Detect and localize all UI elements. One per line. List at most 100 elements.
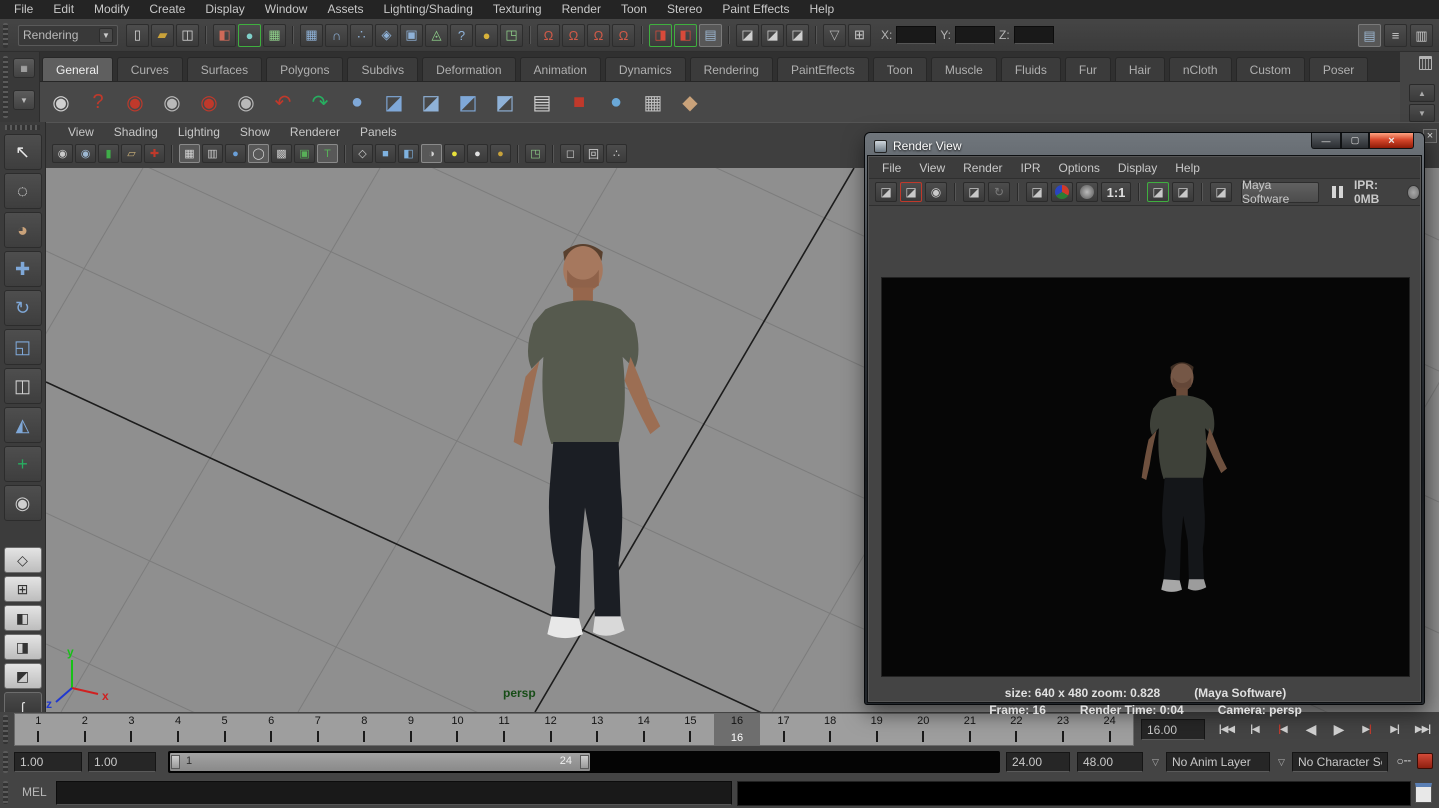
frame-8[interactable]: 8 <box>341 714 388 745</box>
auto-keyframe-icon[interactable] <box>1417 753 1433 769</box>
snapshot-icon[interactable]: ◉ <box>925 182 947 202</box>
mel-command-input[interactable] <box>56 781 732 805</box>
shelf-tab-animation[interactable]: Animation <box>520 57 601 81</box>
undo-icon[interactable]: ↶ <box>266 85 300 119</box>
pick-component-icon[interactable]: ● <box>599 85 633 119</box>
render-view-menu-options[interactable]: Options <box>1050 161 1109 175</box>
share-view-icon[interactable]: ∴ <box>606 144 627 163</box>
default-light-icon[interactable]: ● <box>444 144 465 163</box>
render-current-frame-icon[interactable]: ◪ <box>736 24 759 47</box>
render-view-menu-view[interactable]: View <box>910 161 954 175</box>
step-forward-key-button[interactable]: ▶| <box>1381 717 1408 741</box>
safe-title-icon[interactable]: T <box>317 144 338 163</box>
wireframe-display-icon[interactable]: ◇ <box>352 144 373 163</box>
safe-action-icon[interactable]: ▣ <box>294 144 315 163</box>
ipr-render-icon[interactable]: ◪ <box>963 182 985 202</box>
camera-pan-icon[interactable]: ◉ <box>155 85 189 119</box>
menu-window[interactable]: Window <box>255 0 318 19</box>
render-view-menu-render[interactable]: Render <box>954 161 1011 175</box>
menu-assets[interactable]: Assets <box>317 0 373 19</box>
command-grip[interactable] <box>3 781 8 804</box>
character-model[interactable] <box>514 244 661 638</box>
rotate-tool-icon[interactable]: ↻ <box>4 290 42 326</box>
frame-1[interactable]: 1 <box>15 714 62 745</box>
range-end-handle[interactable] <box>580 755 589 769</box>
use-all-lights-icon[interactable]: ◑ <box>421 144 442 163</box>
soft-modification-icon[interactable]: ◭ <box>4 407 42 443</box>
camera-zoom-icon[interactable]: ◉ <box>229 85 263 119</box>
menu-display[interactable]: Display <box>195 0 254 19</box>
chevron-down-icon[interactable]: ▼ <box>99 28 113 43</box>
frame-14[interactable]: 14 <box>621 714 668 745</box>
frame-2[interactable]: 2 <box>62 714 109 745</box>
isolate-select-icon[interactable]: ◳ <box>525 144 546 163</box>
redo-icon[interactable]: ↷ <box>303 85 337 119</box>
xray-icon[interactable]: ◻ <box>560 144 581 163</box>
snap-together-icon[interactable]: Ω <box>537 24 560 47</box>
maximize-button[interactable]: ▢ <box>1341 133 1369 149</box>
menu-modify[interactable]: Modify <box>84 0 139 19</box>
redo-previous-render-icon[interactable]: ◪ <box>875 182 897 202</box>
shelf-tab-ncloth[interactable]: nCloth <box>1169 57 1232 81</box>
shelf-scroll-down-button[interactable]: ▼ <box>1409 104 1435 122</box>
camera-select-icon[interactable]: ◉ <box>52 144 73 163</box>
menu-set-selector[interactable]: Rendering ▼ <box>18 25 118 46</box>
quick-help-icon[interactable]: ? <box>450 24 473 47</box>
viewport-menu-shading[interactable]: Shading <box>104 125 168 139</box>
frame-5[interactable]: 5 <box>201 714 248 745</box>
character-set-selector[interactable] <box>1292 752 1388 772</box>
render-view-menu-help[interactable]: Help <box>1166 161 1209 175</box>
viewport-menu-view[interactable]: View <box>58 125 104 139</box>
refresh-ipr-icon[interactable]: ↻ <box>988 182 1010 202</box>
shelf-tab-painteffects[interactable]: PaintEffects <box>777 57 869 81</box>
frame-13[interactable]: 13 <box>574 714 621 745</box>
open-render-settings-icon[interactable]: ◪ <box>1147 182 1169 202</box>
highlight-selection-icon[interactable]: ◳ <box>500 24 523 47</box>
outliner-icon[interactable]: ▤ <box>525 85 559 119</box>
snap-grid-icon[interactable]: ▦ <box>300 24 323 47</box>
bookmark-icon[interactable]: ▮ <box>98 144 119 163</box>
step-back-key-button[interactable]: |◀ <box>1241 717 1268 741</box>
select-component-mode-icon[interactable]: ▦ <box>263 24 286 47</box>
select-hierarchy-mode-icon[interactable]: ◧ <box>213 24 236 47</box>
x-coordinate-input[interactable] <box>896 26 936 44</box>
current-time-field[interactable] <box>1141 719 1205 740</box>
y-coordinate-input[interactable] <box>955 26 995 44</box>
field-chart-icon[interactable]: ▩ <box>271 144 292 163</box>
snap-surface-icon[interactable]: ▣ <box>400 24 423 47</box>
snap-point-icon[interactable]: ∴ <box>350 24 373 47</box>
new-scene-icon[interactable]: ▯ <box>126 24 149 47</box>
scale-tool-icon[interactable]: ◱ <box>4 329 42 365</box>
frame-12[interactable]: 12 <box>527 714 574 745</box>
single-pane-layout-icon[interactable]: ◇ <box>4 547 42 573</box>
range-start-handle[interactable] <box>171 755 180 769</box>
frame-15[interactable]: 15 <box>667 714 714 745</box>
universal-manipulator-icon[interactable]: ◫ <box>4 368 42 404</box>
z-coordinate-input[interactable] <box>1014 26 1054 44</box>
close-button[interactable]: × <box>1369 133 1414 149</box>
pick-template-icon[interactable]: ▦ <box>636 85 670 119</box>
toolbox-grip[interactable] <box>5 125 40 130</box>
coords-dropdown-icon[interactable]: ▽ <box>823 24 846 47</box>
remove-image-icon[interactable]: ◪ <box>1172 182 1194 202</box>
shelf-tab-toon[interactable]: Toon <box>873 57 927 81</box>
camera-orbit-icon[interactable]: ◉ <box>118 85 152 119</box>
ungroup-icon[interactable]: ◪ <box>414 85 448 119</box>
menu-stereo[interactable]: Stereo <box>657 0 712 19</box>
four-pane-layout-icon[interactable]: ⊞ <box>4 576 42 602</box>
timeline-grip[interactable] <box>3 715 8 744</box>
play-backwards-button[interactable]: ◀ <box>1297 717 1324 741</box>
input-connections-icon[interactable]: ◨ <box>649 24 672 47</box>
output-connections-icon[interactable]: ◧ <box>674 24 697 47</box>
animation-end-field[interactable] <box>1077 752 1143 772</box>
gold-light-icon[interactable]: ● <box>490 144 511 163</box>
frame-9[interactable]: 9 <box>388 714 435 745</box>
ipr-render-icon[interactable]: ◪ <box>761 24 784 47</box>
snap-align-icon[interactable]: Ω <box>562 24 585 47</box>
unparent-icon[interactable]: ◩ <box>488 85 522 119</box>
snap-point-to-point-icon[interactable]: Ω <box>587 24 610 47</box>
delete-unused-icon[interactable]: ● <box>340 85 374 119</box>
menu-render[interactable]: Render <box>552 0 611 19</box>
rgb-channels-icon[interactable] <box>1051 182 1073 202</box>
graph-persp-layout-icon[interactable]: ◩ <box>4 663 42 689</box>
